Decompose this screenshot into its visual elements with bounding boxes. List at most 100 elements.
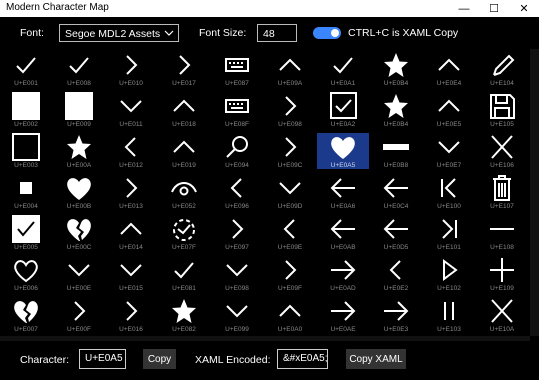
glyph-cell[interactable]: U+E0A6	[317, 174, 369, 210]
font-select-value: Segoe MDL2 Assets	[65, 28, 161, 40]
glyph-cell[interactable]: U+E019	[158, 133, 210, 169]
glyph-cell[interactable]: U+E0E3	[370, 297, 422, 333]
glyph-cell[interactable]: U+E004	[0, 174, 52, 210]
glyph-cell[interactable]: U+E0AD	[317, 256, 369, 292]
chev-r-icon	[285, 260, 297, 280]
glyph-cell[interactable]: U+E104	[476, 51, 528, 87]
glyph-cell[interactable]: U+E005	[0, 215, 52, 251]
glyph-cell[interactable]: U+E011	[105, 92, 157, 128]
glyph-code: U+E098	[225, 285, 249, 292]
vertical-scrollbar[interactable]	[530, 49, 539, 336]
glyph-cell[interactable]: U+E0A5	[317, 133, 369, 169]
glyph-cell[interactable]: U+E08F	[211, 92, 263, 128]
glyph-cell[interactable]: U+E016	[105, 297, 157, 333]
glyph-cell[interactable]: U+E015	[105, 256, 157, 292]
glyph-cell[interactable]: U+E108	[476, 215, 528, 251]
glyph-cell[interactable]: U+E0E7	[423, 133, 475, 169]
glyph-cell[interactable]: U+E008	[53, 51, 105, 87]
check-icon	[174, 262, 194, 279]
glyph-cell[interactable]: U+E096	[211, 174, 263, 210]
glyph-cell[interactable]: U+E097	[211, 215, 263, 251]
copy-button[interactable]: Copy	[143, 349, 176, 369]
glyph-cell[interactable]: U+E0E2	[370, 256, 422, 292]
glyph-cell[interactable]: U+E10A	[476, 297, 528, 333]
glyph-cell[interactable]: U+E09F	[264, 256, 316, 292]
close-button[interactable]: ✕	[509, 0, 539, 17]
glyph-cell[interactable]: U+E081	[158, 256, 210, 292]
glyph-cell[interactable]: U+E098	[211, 256, 263, 292]
glyph-cell[interactable]: U+E09D	[264, 174, 316, 210]
glyph-cell[interactable]: U+E098	[264, 92, 316, 128]
glyph-cell[interactable]: U+E017	[158, 51, 210, 87]
glyph-cell[interactable]: U+E00C	[53, 215, 105, 251]
glyph-cell[interactable]: U+E0E4	[423, 51, 475, 87]
maximize-button[interactable]: ☐	[479, 0, 509, 17]
glyph-code: U+E0D5	[383, 244, 409, 251]
xaml-value-field[interactable]: &#xE0A5;	[277, 349, 328, 369]
glyph-cell[interactable]: U+E082	[158, 297, 210, 333]
glyph-cell[interactable]: U+E0A1	[317, 51, 369, 87]
glyph-code: U+E007	[14, 326, 38, 333]
font-size-input[interactable]: 48	[257, 24, 297, 42]
glyph-cell[interactable]: U+E09A	[264, 51, 316, 87]
glyph-cell[interactable]: U+E052	[158, 174, 210, 210]
glyph-cell[interactable]: U+E00F	[53, 297, 105, 333]
glyph-cell[interactable]: U+E07F	[158, 215, 210, 251]
glyph-code: U+E0A5	[330, 162, 356, 169]
glyph-cell[interactable]: U+E009	[53, 92, 105, 128]
glyph-cell[interactable]: U+E099	[211, 297, 263, 333]
glyph-code: U+E018	[172, 121, 196, 128]
character-value-field[interactable]: U+E0A5	[79, 349, 126, 369]
glyph-cell[interactable]: U+E0E5	[423, 92, 475, 128]
glyph-cell[interactable]: U+E0AE	[317, 297, 369, 333]
square-icon	[12, 133, 40, 161]
glyph-cell[interactable]: U+E106	[476, 133, 528, 169]
glyph-cell[interactable]: U+E010	[105, 51, 157, 87]
glyph-cell[interactable]: U+E09C	[264, 133, 316, 169]
glyph-cell[interactable]: U+E00E	[53, 256, 105, 292]
glyph-cell[interactable]: U+E100	[423, 174, 475, 210]
glyph-cell[interactable]: U+E018	[158, 92, 210, 128]
glyph-cell[interactable]: U+E107	[476, 174, 528, 210]
glyph-cell[interactable]: U+E102	[423, 256, 475, 292]
xaml-copy-toggle[interactable]	[313, 27, 341, 39]
glyph-cell[interactable]: U+E0B8	[370, 133, 422, 169]
glyph-cell[interactable]: U+E103	[423, 297, 475, 333]
glyph-cell[interactable]: U+E002	[0, 92, 52, 128]
glyph-cell[interactable]: U+E094	[211, 133, 263, 169]
glyph-cell[interactable]: U+E0D5	[370, 215, 422, 251]
glyph-cell[interactable]: U+E013	[105, 174, 157, 210]
glyph-cell[interactable]: U+E0AB	[317, 215, 369, 251]
glyph-cell[interactable]: U+E101	[423, 215, 475, 251]
glyph-cell[interactable]: U+E09E	[264, 215, 316, 251]
minimize-button[interactable]: —	[449, 0, 479, 17]
glyph-code: U+E0E4	[436, 80, 462, 87]
check-filled-icon	[12, 215, 40, 243]
chev-u-icon	[438, 99, 460, 112]
font-select[interactable]: Segoe MDL2 Assets	[59, 24, 179, 42]
trash-icon	[493, 175, 511, 201]
chev-d-icon	[279, 182, 301, 195]
glyph-cell[interactable]: U+E0C4	[370, 174, 422, 210]
glyph-code: U+E00A	[66, 162, 92, 169]
glyph-cell[interactable]: U+E00A	[53, 133, 105, 169]
eye-icon	[171, 182, 197, 196]
glyph-cell[interactable]: U+E0B4	[370, 51, 422, 87]
save-icon	[490, 94, 515, 119]
glyph-cell[interactable]: U+E006	[0, 256, 52, 292]
glyph-cell[interactable]: U+E0B4	[370, 92, 422, 128]
glyph-cell[interactable]: U+E014	[105, 215, 157, 251]
glyph-cell[interactable]: U+E087	[211, 51, 263, 87]
copy-xaml-button[interactable]: Copy XAML	[346, 349, 406, 369]
glyph-cell[interactable]: U+E109	[476, 256, 528, 292]
glyph-cell[interactable]: U+E00B	[53, 174, 105, 210]
glyph-cell[interactable]: U+E001	[0, 51, 52, 87]
glyph-cell[interactable]: U+E003	[0, 133, 52, 169]
keyboard-icon	[225, 58, 249, 72]
glyph-cell[interactable]: U+E0A2	[317, 92, 369, 128]
glyph-cell[interactable]: U+E007	[0, 297, 52, 333]
glyph-cell[interactable]: U+E105	[476, 92, 528, 128]
glyph-code: U+E0AE	[330, 326, 356, 333]
glyph-cell[interactable]: U+E0A0	[264, 297, 316, 333]
glyph-cell[interactable]: U+E012	[105, 133, 157, 169]
